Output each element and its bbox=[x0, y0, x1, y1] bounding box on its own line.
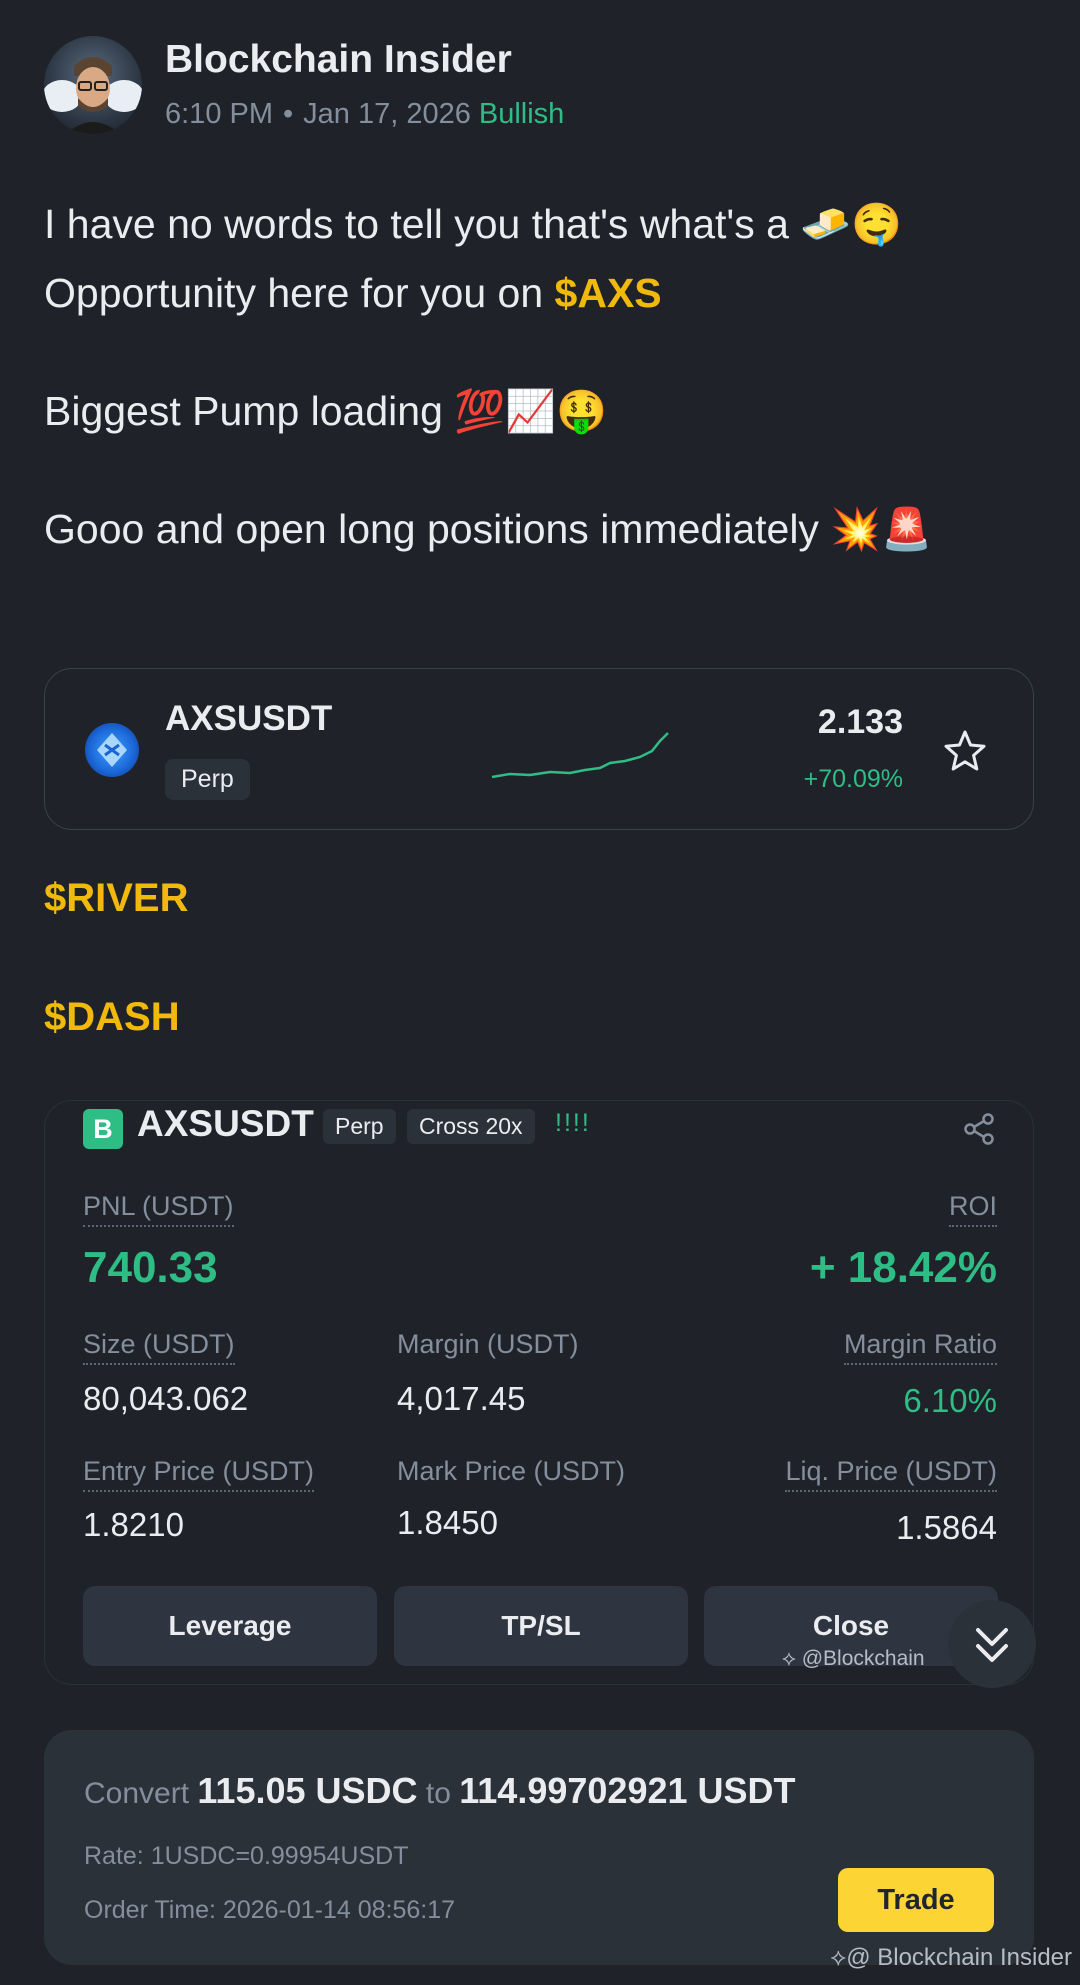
convert-card: Convert 115.05 USDC to 114.99702921 USDT… bbox=[44, 1730, 1034, 1965]
axs-coin-icon bbox=[85, 723, 139, 777]
size-value: 80,043.062 bbox=[83, 1380, 249, 1417]
share-icon[interactable] bbox=[961, 1111, 997, 1147]
margin-ratio-label: Margin Ratio bbox=[843, 1329, 997, 1365]
ticker-change: +70.09% bbox=[803, 765, 903, 793]
entry-price-value: 1.8210 bbox=[83, 1506, 184, 1543]
position-watermark-text: @Blockchain bbox=[801, 1647, 925, 1670]
mark-price-label: Mark Price (USDT) bbox=[397, 1456, 625, 1486]
trade-button[interactable]: Trade bbox=[838, 1868, 994, 1932]
post-paragraph-1: I have no words to tell you that's what'… bbox=[44, 190, 1034, 328]
footer-watermark-text: @ Blockchain Insider bbox=[846, 1944, 1072, 1971]
binance-logo-icon: ⟡ bbox=[830, 1944, 847, 1971]
roi-label: ROI bbox=[948, 1191, 997, 1227]
convert-rate: Rate: 1USDC=0.99954USDT bbox=[84, 1842, 409, 1870]
order-time: Order Time: 2026-01-14 08:56:17 bbox=[84, 1896, 456, 1924]
position-type-badge: Perp bbox=[323, 1109, 396, 1144]
entry-price-label: Entry Price (USDT) bbox=[83, 1456, 315, 1492]
convert-word: Convert bbox=[84, 1777, 190, 1810]
ticker-type-badge: Perp bbox=[165, 759, 250, 800]
double-chevron-down-icon bbox=[976, 1628, 1008, 1662]
mark-price-value: 1.8450 bbox=[397, 1504, 498, 1541]
author-avatar[interactable] bbox=[44, 36, 142, 134]
sentiment-label: Bullish bbox=[478, 98, 565, 130]
post-body: I have no words to tell you that's what'… bbox=[44, 190, 1034, 613]
post-paragraph-2: Biggest Pump loading 💯📈🤑 bbox=[44, 388, 608, 434]
size-label: Size (USDT) bbox=[83, 1329, 235, 1365]
pnl-label: PNL (USDT) bbox=[83, 1191, 234, 1227]
ticker-symbol: AXSUSDT bbox=[165, 699, 333, 738]
margin-value: 4,017.45 bbox=[397, 1380, 526, 1417]
favorite-star-icon[interactable] bbox=[941, 727, 989, 775]
roi-value: + 18.42% bbox=[809, 1243, 997, 1292]
convert-summary: Convert 115.05 USDC to 114.99702921 USDT bbox=[84, 1770, 796, 1812]
post-line-2: Opportunity here for you on bbox=[44, 270, 555, 316]
sparkline-chart bbox=[491, 732, 669, 779]
exclamation-marks: !!!! bbox=[555, 1109, 591, 1137]
post-meta: 6:10 PM • Jan 17, 2026 Bullish bbox=[165, 98, 564, 131]
footer-watermark: ⟡@ Blockchain Insider bbox=[830, 1944, 1072, 1972]
position-card: B AXSUSDT Perp Cross 20x !!!! PNL (USDT)… bbox=[44, 1100, 1034, 1685]
cashtag-axs[interactable]: $AXS bbox=[555, 270, 662, 316]
separator-dot: • bbox=[283, 98, 294, 130]
post-time: 6:10 PM bbox=[165, 98, 273, 130]
binance-logo-icon: ⟡ bbox=[782, 1647, 796, 1670]
cashtag-dash[interactable]: $DASH bbox=[44, 995, 180, 1040]
liq-price-label: Liq. Price (USDT) bbox=[785, 1456, 997, 1492]
margin-ratio-value: 6.10% bbox=[903, 1382, 997, 1419]
margin-label: Margin (USDT) bbox=[397, 1329, 579, 1359]
position-watermark: ⟡ @Blockchain bbox=[782, 1647, 925, 1671]
position-symbol: AXSUSDT bbox=[137, 1103, 314, 1144]
post-paragraph-3: Gooo and open long positions immediately… bbox=[44, 506, 933, 552]
convert-from-amount: 115.05 USDC bbox=[197, 1770, 418, 1811]
pnl-value: 740.33 bbox=[83, 1243, 218, 1292]
author-name[interactable]: Blockchain Insider bbox=[165, 38, 512, 82]
cashtag-river[interactable]: $RIVER bbox=[44, 876, 189, 921]
ticker-price: 2.133 bbox=[817, 703, 903, 741]
margin-mode-badge: Cross 20x bbox=[407, 1109, 535, 1144]
leverage-button[interactable]: Leverage bbox=[83, 1586, 377, 1666]
buy-side-badge: B bbox=[83, 1109, 123, 1149]
post-line-1: I have no words to tell you that's what'… bbox=[44, 201, 903, 247]
convert-to-word: to bbox=[425, 1777, 451, 1810]
scroll-down-button[interactable] bbox=[948, 1600, 1036, 1688]
tpsl-button[interactable]: TP/SL bbox=[394, 1586, 688, 1666]
convert-to-amount: 114.99702921 USDT bbox=[459, 1770, 796, 1811]
post-date: Jan 17, 2026 bbox=[303, 98, 471, 130]
liq-price-value: 1.5864 bbox=[896, 1509, 997, 1546]
ticker-card[interactable]: AXSUSDT Perp 2.133 +70.09% bbox=[44, 668, 1034, 830]
